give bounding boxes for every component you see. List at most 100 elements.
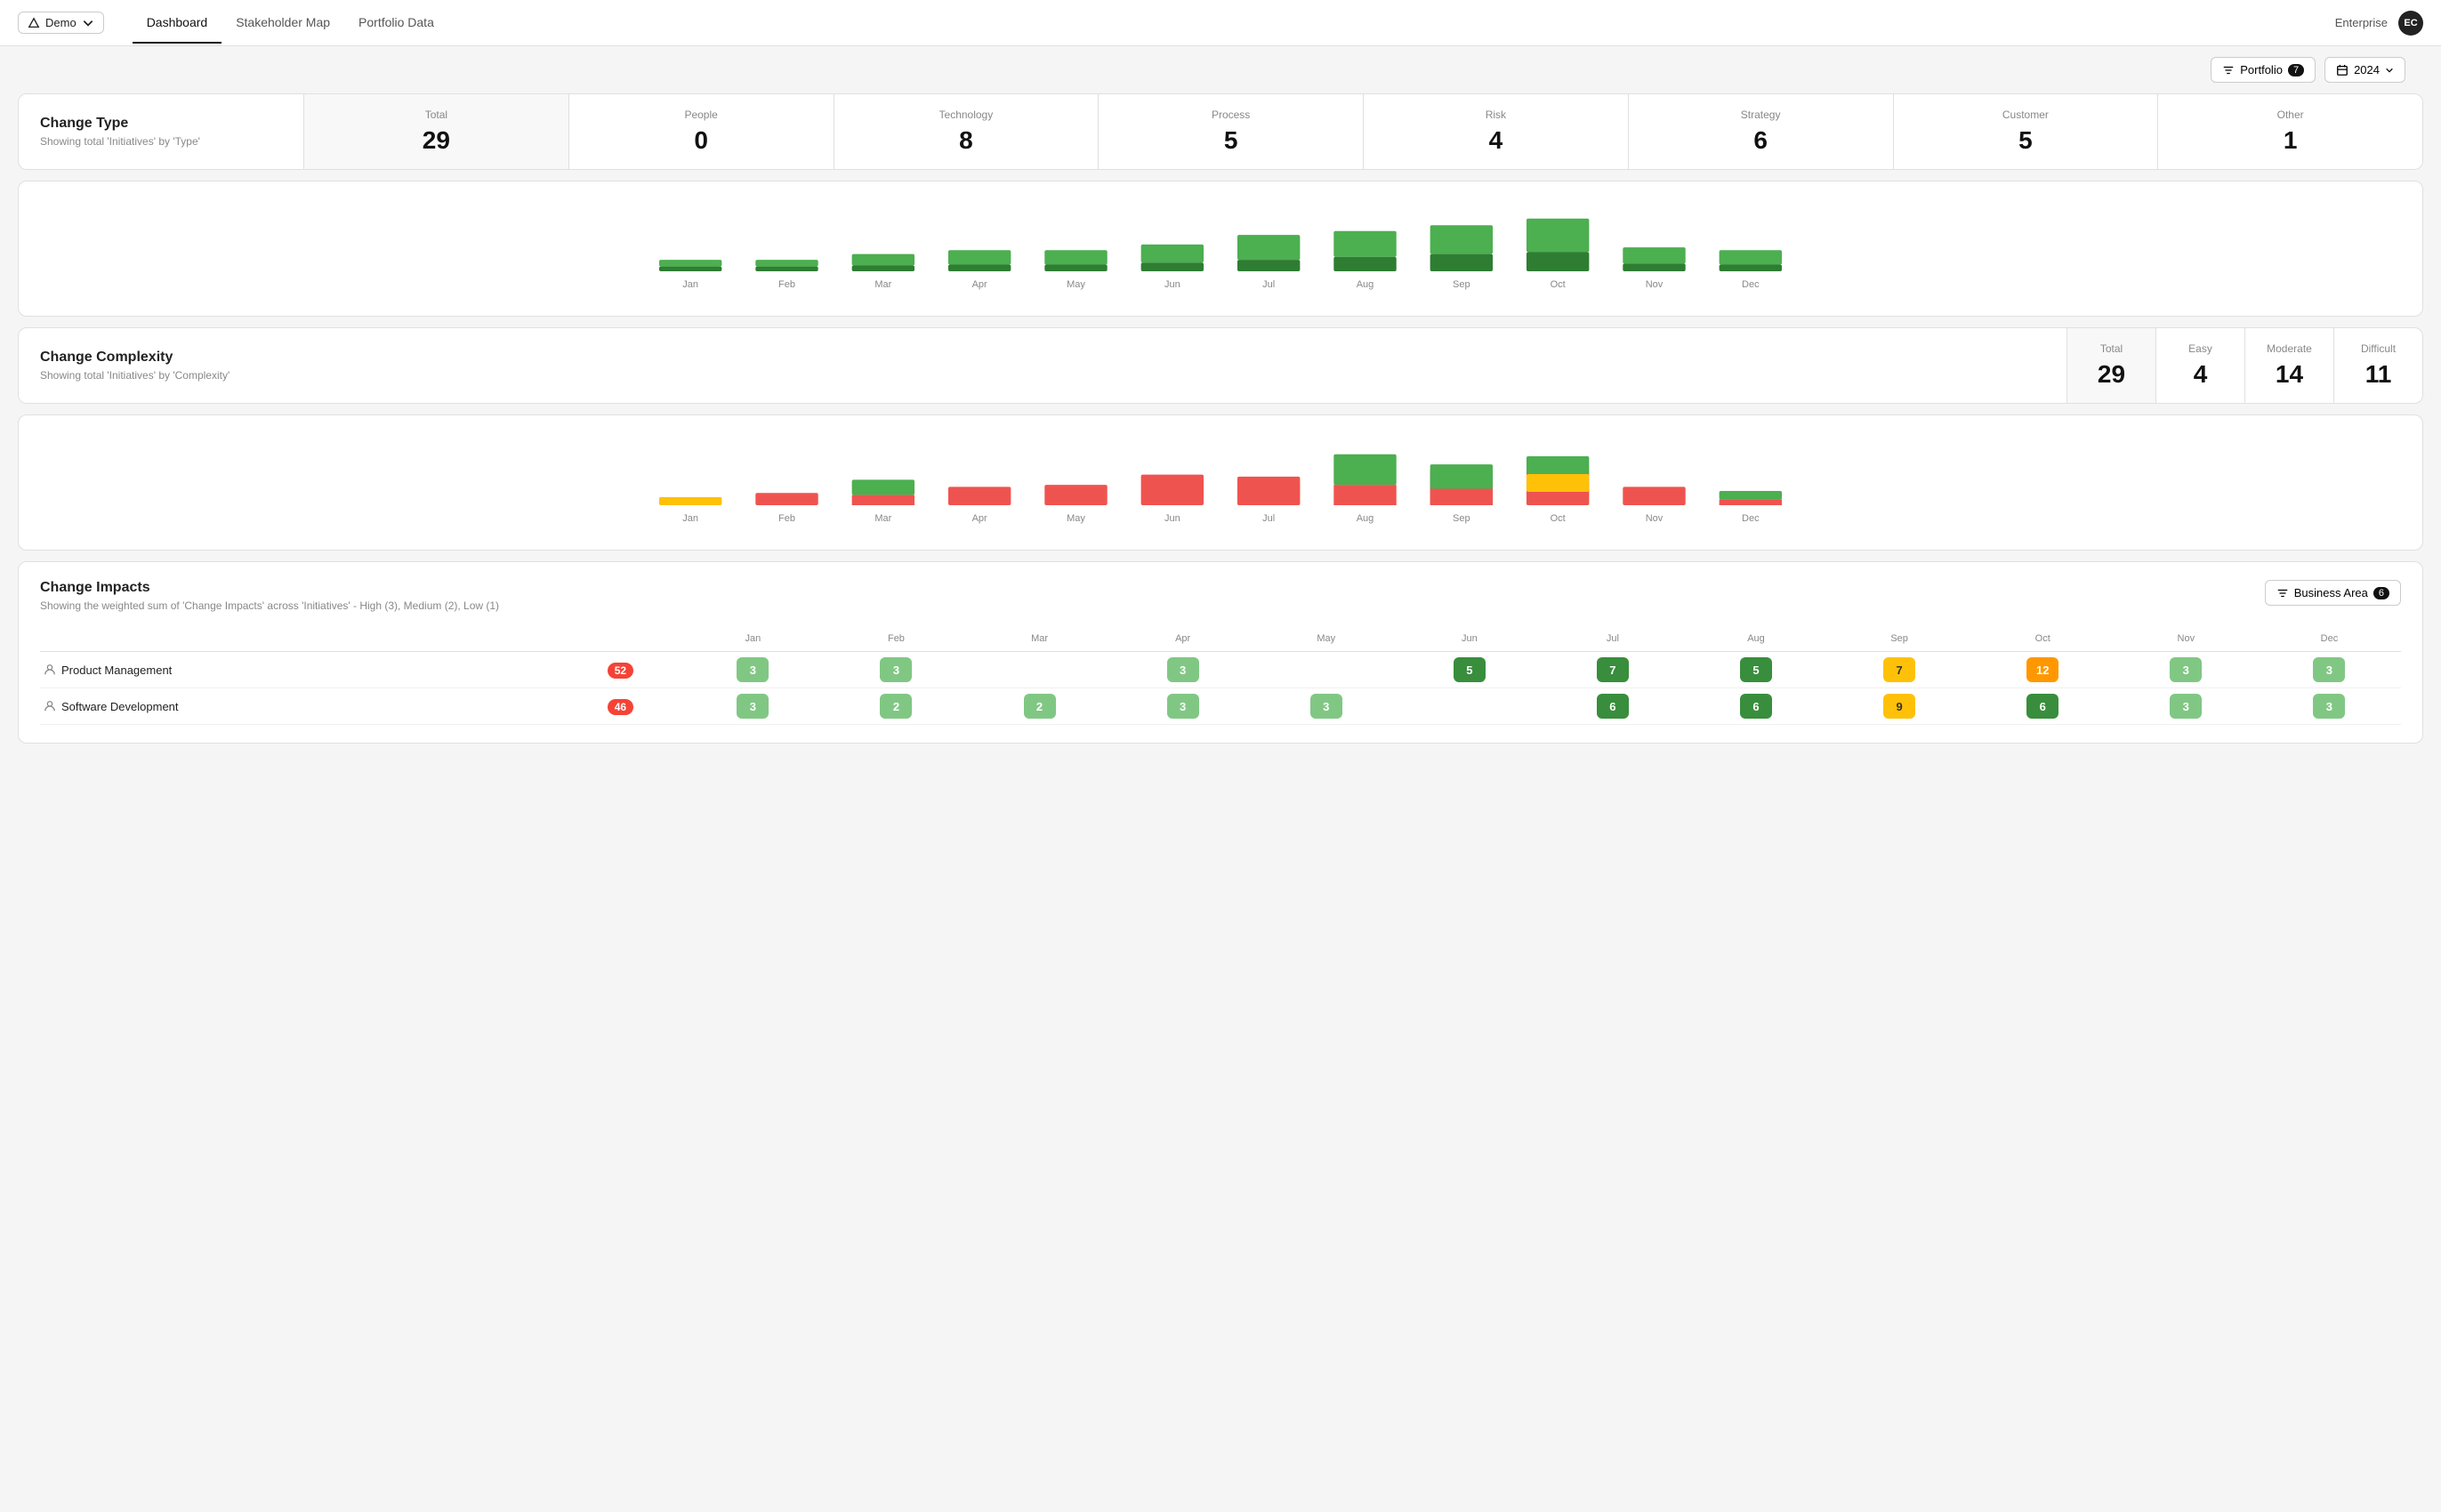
complexity-stat-easy: Easy4 xyxy=(2155,328,2244,403)
portfolio-label: Portfolio xyxy=(2240,63,2283,76)
impacts-card: Change Impacts Showing the weighted sum … xyxy=(18,561,2423,744)
nav-tabs: Dashboard Stakeholder Map Portfolio Data xyxy=(133,3,448,44)
svg-text:Sep: Sep xyxy=(1453,513,1470,524)
col-header-jul: Jul xyxy=(1541,626,1684,652)
portfolio-count: 7 xyxy=(2288,64,2304,76)
impact-badge: 6 xyxy=(1740,694,1772,719)
impact-badge: 3 xyxy=(2313,694,2345,719)
demo-selector[interactable]: Demo xyxy=(18,12,104,34)
impact-badge: 3 xyxy=(2313,657,2345,682)
svg-text:Oct: Oct xyxy=(1551,279,1566,290)
row-total-badge: 46 xyxy=(608,699,633,715)
impact-badge: 3 xyxy=(880,657,912,682)
col-header-name xyxy=(40,626,560,652)
svg-text:Oct: Oct xyxy=(1551,513,1566,524)
portfolio-filter-button[interactable]: Portfolio 7 xyxy=(2211,57,2316,83)
impact-cell-aug: 5 xyxy=(1684,652,1827,688)
year-label: 2024 xyxy=(2354,63,2380,76)
col-header-may: May xyxy=(1254,626,1398,652)
tab-stakeholder-map[interactable]: Stakeholder Map xyxy=(222,3,344,44)
change-type-chart-card: JanFebMarAprMayJunJulAugSepOctNovDec xyxy=(18,181,2423,317)
row-total-cell: 52 xyxy=(560,652,681,688)
col-header-jan: Jan xyxy=(681,626,825,652)
impact-cell-jul: 6 xyxy=(1541,688,1684,725)
col-header-sep: Sep xyxy=(1828,626,1971,652)
avatar: EC xyxy=(2398,11,2423,36)
col-header-mar: Mar xyxy=(968,626,1111,652)
impact-badge: 3 xyxy=(737,657,769,682)
impact-cell-mar-empty xyxy=(968,652,1111,688)
row-name-cell: Software Development xyxy=(40,688,560,725)
complexity-stat-moderate: Moderate14 xyxy=(2244,328,2333,403)
row-total-badge: 52 xyxy=(608,663,633,679)
demo-label: Demo xyxy=(45,16,77,29)
impact-badge: 6 xyxy=(1597,694,1629,719)
tab-dashboard[interactable]: Dashboard xyxy=(133,3,222,44)
change-type-stat-technology: Technology8 xyxy=(834,94,1099,169)
impact-badge: 6 xyxy=(2026,694,2058,719)
complexity-info: Change Complexity Showing total 'Initiat… xyxy=(19,328,2066,403)
change-type-stat-customer: Customer5 xyxy=(1893,94,2158,169)
change-type-stat-strategy: Strategy6 xyxy=(1628,94,1893,169)
complexity-stat-total: Total29 xyxy=(2066,328,2155,403)
impact-cell-jan: 3 xyxy=(681,688,825,725)
triangle-icon xyxy=(28,17,40,29)
complexity-chart: JanFebMarAprMayJunJulAugSepOctNovDec xyxy=(40,430,2401,539)
impact-cell-aug: 6 xyxy=(1684,688,1827,725)
impact-badge: 2 xyxy=(1024,694,1056,719)
filter-icon xyxy=(2222,64,2235,76)
svg-text:Mar: Mar xyxy=(874,279,891,290)
impact-badge: 3 xyxy=(1310,694,1342,719)
impact-cell-jul: 7 xyxy=(1541,652,1684,688)
change-type-subtitle: Showing total 'Initiatives' by 'Type' xyxy=(40,135,282,148)
business-area-filter-button[interactable]: Business Area 6 xyxy=(2265,580,2401,606)
svg-text:Feb: Feb xyxy=(778,513,795,524)
col-header-dec: Dec xyxy=(2258,626,2401,652)
svg-text:Sep: Sep xyxy=(1453,279,1470,290)
impact-cell-oct: 6 xyxy=(1971,688,2115,725)
complexity-stat-difficult: Difficult11 xyxy=(2333,328,2422,403)
col-header-jun: Jun xyxy=(1398,626,1541,652)
complexity-title: Change Complexity xyxy=(40,350,2045,366)
filter-icon-2 xyxy=(2276,587,2289,599)
impact-badge: 3 xyxy=(1167,657,1199,682)
col-header-feb: Feb xyxy=(825,626,968,652)
svg-text:May: May xyxy=(1067,279,1085,290)
impact-cell-apr: 3 xyxy=(1111,652,1254,688)
impact-cell-mar: 2 xyxy=(968,688,1111,725)
impact-badge: 9 xyxy=(1883,694,1915,719)
impact-cell-jun: 5 xyxy=(1398,652,1541,688)
business-area-count: 6 xyxy=(2373,587,2389,599)
table-row: Product Management 52 3 3 3 5 7 5 7 12 3 xyxy=(40,652,2401,688)
change-type-stat-process: Process5 xyxy=(1098,94,1363,169)
impact-cell-apr: 3 xyxy=(1111,688,1254,725)
impact-badge: 3 xyxy=(737,694,769,719)
impact-badge: 3 xyxy=(1167,694,1199,719)
complexity-subtitle: Showing total 'Initiatives' by 'Complexi… xyxy=(40,369,2045,382)
change-type-stat-total: Total29 xyxy=(303,94,568,169)
impact-badge: 3 xyxy=(2170,657,2202,682)
impact-cell-dec: 3 xyxy=(2258,688,2401,725)
row-total-cell: 46 xyxy=(560,688,681,725)
svg-text:Feb: Feb xyxy=(778,279,795,290)
svg-text:Jun: Jun xyxy=(1164,279,1180,290)
tab-portfolio-data[interactable]: Portfolio Data xyxy=(344,3,448,44)
svg-text:Apr: Apr xyxy=(972,279,987,290)
impact-badge: 5 xyxy=(1454,657,1486,682)
complexity-card: Change Complexity Showing total 'Initiat… xyxy=(18,327,2423,404)
complexity-chart-card: JanFebMarAprMayJunJulAugSepOctNovDec xyxy=(18,414,2423,551)
svg-text:Nov: Nov xyxy=(1646,513,1664,524)
svg-text:Dec: Dec xyxy=(1742,513,1760,524)
year-filter-button[interactable]: 2024 xyxy=(2324,57,2405,83)
impact-cell-sep: 7 xyxy=(1828,652,1971,688)
col-header-nov: Nov xyxy=(2115,626,2258,652)
svg-text:Dec: Dec xyxy=(1742,279,1760,290)
svg-text:Aug: Aug xyxy=(1357,513,1374,524)
change-type-info: Change Type Showing total 'Initiatives' … xyxy=(19,94,303,169)
person-icon xyxy=(44,700,56,712)
change-type-stats: Total29People0Technology8Process5Risk4St… xyxy=(303,94,2422,169)
business-area-label: Business Area xyxy=(2294,586,2368,599)
impacts-table: Jan Feb Mar Apr May Jun Jul Aug Sep Oct … xyxy=(40,626,2401,725)
svg-text:Jul: Jul xyxy=(1262,513,1275,524)
impact-cell-feb: 2 xyxy=(825,688,968,725)
